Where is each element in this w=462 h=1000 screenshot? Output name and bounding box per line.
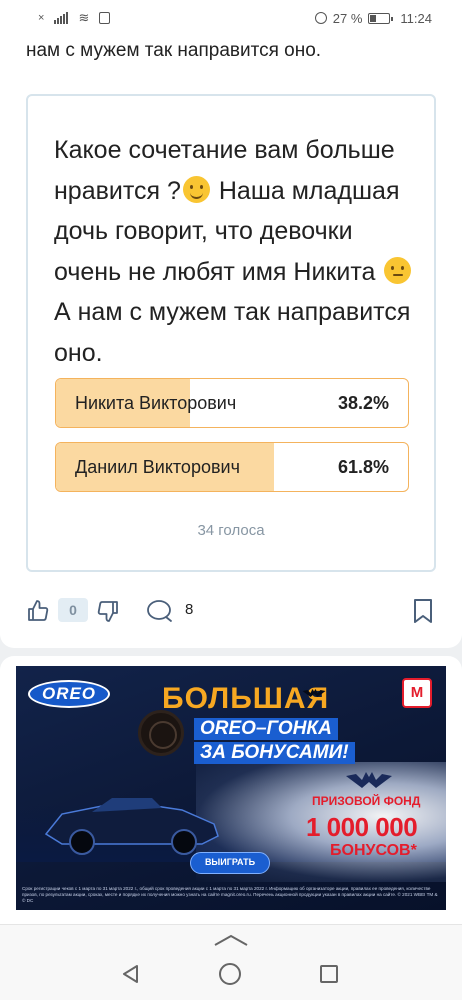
poll-option-label: Даниил Викторович (75, 457, 240, 477)
post-actions: 0 8 (26, 594, 436, 628)
poll-card: Какое сочетание вам больше нравится ? На… (26, 94, 436, 572)
oreo-logo: OREO (28, 680, 110, 708)
bat-icon (302, 689, 326, 697)
poll-option-nikita[interactable]: Никита Викторович 38.2% (55, 378, 409, 428)
clock: 11:24 (400, 10, 432, 26)
signal-icon (54, 12, 69, 24)
recent-apps-icon[interactable] (320, 965, 338, 983)
votes-count: 34 голоса (197, 522, 265, 539)
bat-signal-icon (346, 772, 392, 788)
poll-option-percent: 61.8% (337, 457, 389, 477)
ad-card: OREO БОЛЬШАЯ OREO–ГОНКА ЗА БОНУСАМИ! М П… (0, 656, 462, 932)
back-icon[interactable] (120, 963, 142, 985)
like-count: 0 (58, 598, 88, 622)
smiling-face-icon (182, 175, 210, 203)
magnit-logo: М (402, 678, 432, 708)
prize-label: ПРИЗОВОЙ ФОНД (312, 794, 421, 808)
status-bar: × ≋ 27 % 11:24 (0, 0, 462, 36)
post-text-truncated: нам с мужем так направится оно. (26, 40, 322, 61)
ad-subtitle-line1: OREO–ГОНКА (194, 718, 338, 740)
alarm-icon (314, 12, 327, 24)
ad-legal-text: Срок регистрации чеков с 1 марта по 31 м… (22, 886, 438, 903)
nfc-icon (99, 12, 111, 24)
thumbs-down-icon[interactable] (96, 599, 120, 623)
battery-icon (368, 12, 394, 24)
swipe-up-icon[interactable] (213, 933, 249, 947)
system-navbar (0, 924, 462, 1000)
face-with-raised-eyebrow-icon (384, 256, 412, 284)
thumbs-up-icon[interactable] (26, 599, 50, 623)
comment-count: 8 (185, 601, 194, 618)
poll-option-label: Никита Викторович (75, 393, 237, 413)
bookmark-icon[interactable] (413, 598, 433, 624)
comment-icon[interactable] (146, 599, 174, 623)
poll-question: Какое сочетание вам больше нравится ? На… (54, 130, 416, 373)
batmobile-image (44, 798, 219, 855)
battery-percent: 27 % (332, 10, 363, 26)
prize-amount: 1 000 000 (306, 812, 418, 842)
home-icon[interactable] (219, 963, 241, 985)
poll-option-daniil[interactable]: Даниил Викторович 61.8% (55, 442, 409, 492)
poll-option-percent: 38.2% (337, 393, 389, 413)
ad-cta-button[interactable]: ВЫИГРАТЬ (190, 852, 270, 874)
prize-unit: БОНУСОВ* (330, 842, 417, 859)
poll-question-part-3: А нам с мужем так направится оно. (54, 298, 411, 367)
ad-subtitle-line2: ЗА БОНУСАМИ! (194, 742, 355, 764)
post-card: нам с мужем так направится оно. Какое со… (0, 36, 462, 648)
cookie-icon (138, 710, 184, 756)
wifi-icon: ≋ (78, 10, 90, 25)
sim-icon: × (38, 12, 45, 24)
ad-banner[interactable]: OREO БОЛЬШАЯ OREO–ГОНКА ЗА БОНУСАМИ! М П… (16, 666, 446, 910)
